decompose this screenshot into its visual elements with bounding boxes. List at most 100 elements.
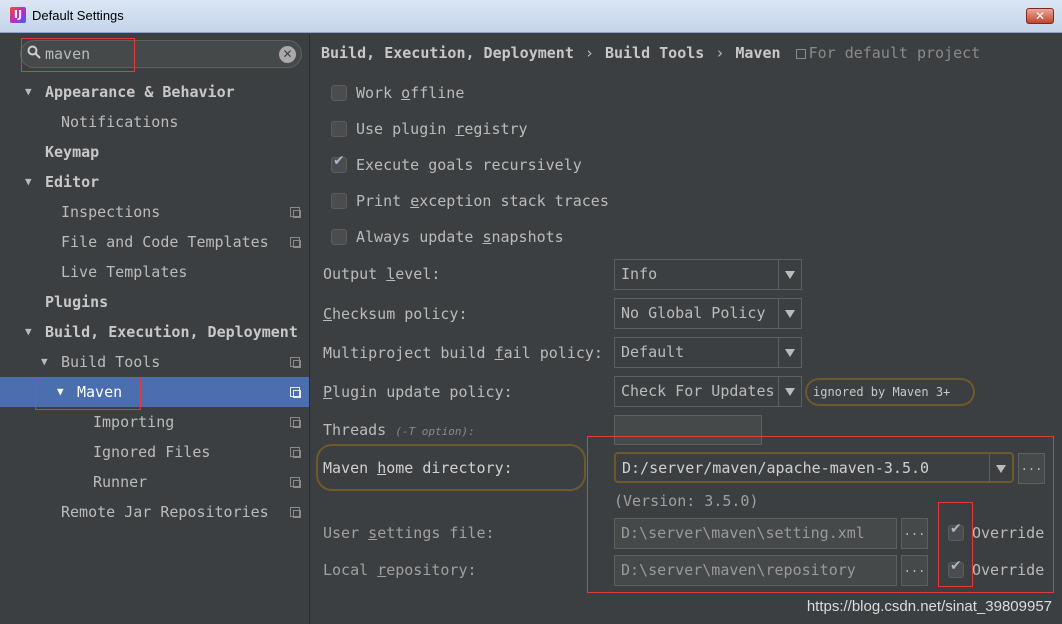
scope-label: For default project — [808, 44, 981, 62]
chevron-down-icon[interactable] — [778, 338, 801, 367]
project-scope-icon — [795, 49, 806, 59]
plugin-update-policy-select[interactable]: Check For Updates — [614, 376, 802, 407]
sidebar-item-label: Maven — [77, 383, 123, 401]
maven-home-value: D:/server/maven/apache-maven-3.5.0 — [622, 459, 930, 477]
project-scope-icon — [290, 477, 301, 488]
search-icon — [27, 45, 41, 59]
sidebar-item-label: Build Tools — [61, 353, 161, 371]
maven3-ignored-note: ignored by Maven 3+ — [805, 378, 975, 406]
fail-policy-label: Multiproject build fail policy: — [323, 344, 603, 362]
output-level-value: Info — [621, 265, 658, 283]
use-plugin-registry-checkbox[interactable] — [331, 121, 347, 137]
local-repository-input[interactable]: D:\server\maven\repository — [614, 555, 897, 586]
local-repository-browse-button[interactable]: ... — [901, 555, 928, 586]
sidebar-item-importing[interactable]: Importing — [0, 407, 309, 437]
sidebar-item-label: Keymap — [45, 143, 100, 161]
project-scope-icon — [290, 507, 301, 518]
sidebar-item-runner[interactable]: Runner — [0, 467, 309, 497]
watermark: https://blog.csdn.net/sinat_39809957 — [806, 598, 1052, 615]
threads-input[interactable] — [614, 415, 762, 445]
expand-arrow-icon[interactable]: ▼ — [25, 317, 37, 347]
expand-arrow-icon[interactable]: ▼ — [25, 77, 37, 107]
chevron-down-icon[interactable] — [778, 299, 801, 328]
settings-content: Build, Execution, Deployment › Build Too… — [311, 34, 1062, 624]
sidebar-item-editor[interactable]: ▼ Editor — [0, 167, 309, 197]
threads-hint: (-T option): — [395, 425, 475, 438]
sidebar-item-file-code-templates[interactable]: File and Code Templates — [0, 227, 309, 257]
breadcrumb-part: Build Tools — [604, 44, 705, 62]
project-scope-icon — [290, 237, 301, 248]
expand-arrow-icon[interactable]: ▼ — [25, 167, 37, 197]
sidebar-item-label: Build, Execution, Deployment — [45, 323, 298, 341]
search-input[interactable] — [45, 44, 275, 64]
sidebar-item-live-templates[interactable]: Live Templates — [0, 257, 309, 287]
execute-goals-recursively-checkbox[interactable] — [331, 153, 347, 173]
user-settings-label: User settings file: — [323, 524, 495, 542]
expand-arrow-icon[interactable]: ▼ — [41, 347, 53, 377]
work-offline-checkbox[interactable] — [331, 85, 347, 101]
search-box: ✕ — [20, 40, 302, 68]
sidebar-item-maven[interactable]: ▼ Maven — [0, 377, 309, 407]
maven-home-select[interactable]: D:/server/maven/apache-maven-3.5.0 — [614, 452, 1014, 483]
window-title: Default Settings — [32, 8, 124, 23]
project-scope-icon — [290, 387, 301, 398]
breadcrumb-part: Build, Execution, Deployment — [321, 44, 574, 62]
chevron-down-icon[interactable] — [778, 260, 801, 289]
sidebar-item-remote-jar-repos[interactable]: Remote Jar Repositories — [0, 497, 309, 527]
user-settings-override-checkbox[interactable] — [948, 521, 964, 541]
override-label: Override — [972, 524, 1045, 542]
chevron-down-icon[interactable] — [989, 454, 1012, 483]
user-settings-input[interactable]: D:\server\maven\setting.xml — [614, 518, 897, 549]
local-repository-value: D:\server\maven\repository — [621, 561, 856, 579]
checkbox-label: Print exception stack traces — [356, 192, 609, 210]
project-scope-icon — [290, 417, 301, 428]
sidebar-item-appearance[interactable]: ▼ Appearance & Behavior — [0, 77, 309, 107]
expand-arrow-icon[interactable]: ▼ — [57, 377, 69, 407]
maven-home-browse-button[interactable]: ... — [1018, 453, 1045, 484]
sidebar-item-plugins[interactable]: Plugins — [0, 287, 309, 317]
fail-policy-value: Default — [621, 343, 685, 361]
checksum-policy-value: No Global Policy — [621, 304, 766, 322]
clear-search-icon[interactable]: ✕ — [279, 46, 296, 63]
breadcrumb-separator: › — [584, 44, 594, 62]
sidebar-item-inspections[interactable]: Inspections — [0, 197, 309, 227]
sidebar-item-label: Editor — [45, 173, 100, 191]
project-scope-icon — [290, 447, 301, 458]
maven-version-text: (Version: 3.5.0) — [614, 492, 759, 510]
sidebar-item-label: Appearance & Behavior — [45, 83, 235, 101]
chevron-down-icon[interactable] — [778, 377, 801, 406]
settings-tree: ▼ Appearance & Behavior Notifications Ke… — [0, 77, 309, 527]
sidebar-item-label: Ignored Files — [93, 443, 211, 461]
threads-label: Threads (-T option): — [323, 421, 475, 439]
checksum-policy-select[interactable]: No Global Policy — [614, 298, 802, 329]
sidebar-item-build-execution[interactable]: ▼ Build, Execution, Deployment — [0, 317, 309, 347]
output-level-select[interactable]: Info — [614, 259, 802, 290]
sidebar-item-keymap[interactable]: Keymap — [0, 137, 309, 167]
breadcrumb-part: Maven — [735, 44, 781, 62]
window-titlebar: IJ Default Settings ✕ — [0, 0, 1062, 33]
user-settings-value: D:\server\maven\setting.xml — [621, 524, 865, 542]
sidebar-item-ignored-files[interactable]: Ignored Files — [0, 437, 309, 467]
sidebar-item-label: Notifications — [61, 113, 179, 131]
sidebar-item-label: Inspections — [61, 203, 161, 221]
plugin-update-policy-label: Plugin update policy: — [323, 383, 513, 401]
sidebar-item-build-tools[interactable]: ▼ Build Tools — [0, 347, 309, 377]
always-update-snapshots-checkbox[interactable] — [331, 229, 347, 245]
fail-policy-select[interactable]: Default — [614, 337, 802, 368]
checkbox-label: Use plugin registry — [356, 120, 528, 138]
override-label: Override — [972, 561, 1045, 579]
sidebar-item-notifications[interactable]: Notifications — [0, 107, 309, 137]
plugin-update-policy-value: Check For Updates — [621, 382, 775, 400]
sidebar-item-label: Runner — [93, 473, 148, 491]
user-settings-browse-button[interactable]: ... — [901, 518, 928, 549]
checkbox-label: Execute goals recursively — [356, 156, 582, 174]
settings-sidebar: ✕ ▼ Appearance & Behavior Notifications … — [0, 34, 310, 624]
print-exception-traces-checkbox[interactable] — [331, 193, 347, 209]
local-repository-label: Local repository: — [323, 561, 477, 579]
maven-home-label: Maven home directory: — [323, 459, 513, 477]
sidebar-item-label: Importing — [93, 413, 175, 431]
checkbox-label: Always update snapshots — [356, 228, 564, 246]
intellij-app-icon: IJ — [10, 7, 26, 23]
close-button[interactable]: ✕ — [1026, 8, 1054, 24]
local-repository-override-checkbox[interactable] — [948, 558, 964, 578]
